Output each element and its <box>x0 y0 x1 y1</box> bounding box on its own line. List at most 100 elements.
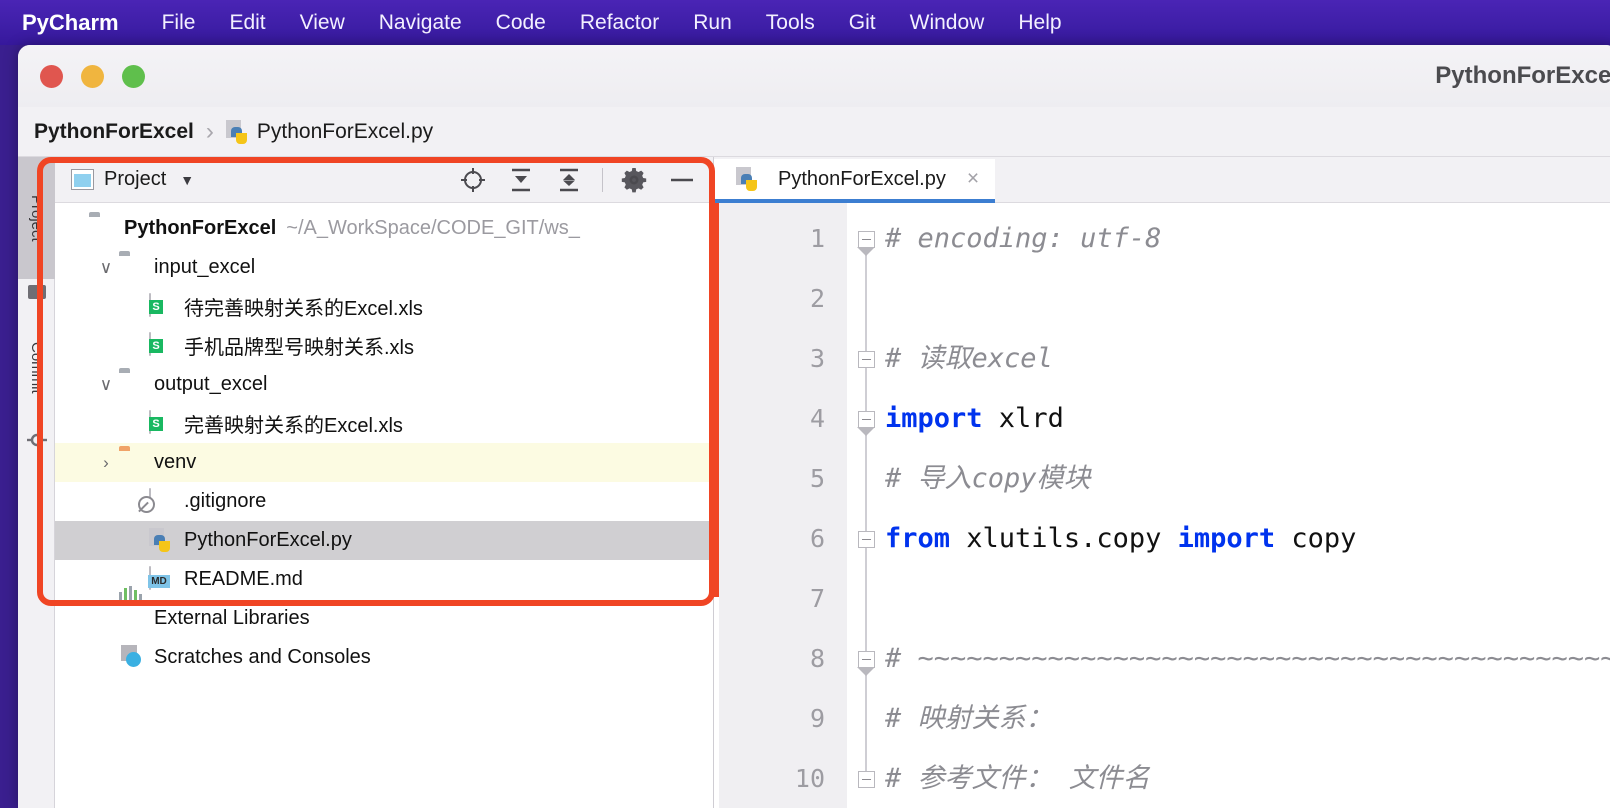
chevron-down-icon[interactable]: ∨ <box>93 258 119 278</box>
fold-minus-icon[interactable] <box>857 770 875 788</box>
macos-menu-bar: PyCharm File Edit View Navigate Code Ref… <box>0 0 1610 45</box>
line-number: 7 <box>809 584 825 613</box>
menu-item-edit[interactable]: Edit <box>212 0 282 45</box>
fold-minus-icon[interactable] <box>857 650 875 676</box>
fold-guide-line <box>865 233 867 783</box>
code-area[interactable]: 1 2 3 4 5 6 7 8 9 10 # encoding: utf-8 # 读取excel i… <box>714 203 1610 808</box>
tree-row-label: input_excel <box>154 256 256 278</box>
menu-item-help[interactable]: Help <box>1001 0 1078 45</box>
tree-row-label: .gitignore <box>184 490 267 512</box>
code-comment: # ~~~~~~~~~~~~~~~~~~~~~~~~~~~~~~~~~~~~~~… <box>885 643 1610 674</box>
menu-item-window[interactable]: Window <box>893 0 1002 45</box>
line-number: 8 <box>809 644 825 673</box>
zoom-button[interactable] <box>122 64 145 88</box>
chevron-down-icon[interactable]: ▼ <box>180 172 194 188</box>
code-line: from xlutils.copy import copy <box>885 509 1610 569</box>
line-number: 10 <box>794 764 825 793</box>
tree-row[interactable]: External Libraries <box>55 585 713 638</box>
project-file-tree[interactable]: PythonForExcel ~/A_WorkSpace/CODE_GIT/ws_… <box>55 203 713 808</box>
code-line: # 读取excel <box>885 329 1610 389</box>
expand-all-button[interactable] <box>504 163 538 197</box>
tree-row[interactable]: › venv <box>55 443 713 482</box>
menu-item-file[interactable]: File <box>145 0 213 45</box>
tree-row[interactable]: 待完善映射关系的Excel.xls <box>55 287 713 326</box>
code-comment: # 读取excel <box>885 343 1053 374</box>
menu-item-git[interactable]: Git <box>832 0 893 45</box>
window-title-bar: PythonForExcel <box>18 45 1610 107</box>
code-folding-gutter[interactable] <box>847 203 885 808</box>
project-tool-window: Project ▼ PythonForExcel ~/A_WorkSpace/C… <box>37 157 715 808</box>
fold-minus-icon[interactable] <box>857 410 875 436</box>
line-number-gutter: 1 2 3 4 5 6 7 8 9 10 <box>719 203 847 808</box>
folder-icon <box>89 216 115 242</box>
tree-row-label: output_excel <box>154 373 268 395</box>
breadcrumb-file[interactable]: PythonForExcel.py <box>257 120 433 144</box>
tree-row-label: PythonForExcel <box>124 217 277 239</box>
line-number: 9 <box>809 704 825 733</box>
folder-icon <box>119 255 145 281</box>
close-icon[interactable]: × <box>967 167 979 191</box>
menu-item-pycharm[interactable]: PyCharm <box>18 0 145 45</box>
external-libraries-icon <box>119 585 145 632</box>
code-keyword: import <box>885 403 983 434</box>
traffic-lights <box>18 64 145 88</box>
code-line: # encoding: utf-8 <box>885 209 1610 269</box>
line-number: 1 <box>809 224 825 253</box>
code-text: xlutils.copy <box>950 523 1178 554</box>
settings-button[interactable] <box>617 163 651 197</box>
tree-row[interactable]: PythonForExcel ~/A_WorkSpace/CODE_GIT/ws_ <box>55 209 713 248</box>
tree-row[interactable]: 手机品牌型号映射关系.xls <box>55 326 713 365</box>
tree-row[interactable]: Scratches and Consoles <box>55 638 713 677</box>
project-toolbar: Project ▼ <box>55 157 713 203</box>
code-keyword: from <box>885 523 951 554</box>
code-line: import xlrd <box>885 389 1610 449</box>
close-button[interactable] <box>40 64 63 88</box>
tree-row-label: 完善映射关系的Excel.xls <box>184 415 403 437</box>
tree-row-label: Scratches and Consoles <box>154 646 371 668</box>
hide-button[interactable] <box>665 163 699 197</box>
breadcrumb-root[interactable]: PythonForExcel <box>34 120 194 144</box>
tree-row[interactable]: PythonForExcel.py <box>55 521 713 560</box>
chevron-down-icon[interactable]: ∨ <box>93 375 119 395</box>
sidebar-tab-project[interactable]: Project <box>18 157 55 279</box>
folder-orange-icon <box>119 450 145 476</box>
expand-all-icon <box>512 168 530 191</box>
tree-row[interactable]: README.md <box>55 560 713 599</box>
ide-window: PythonForExcel PythonForExcel › PythonFo… <box>18 45 1610 808</box>
editor-tab-pythonforexcel[interactable]: PythonForExcel.py × <box>714 159 996 203</box>
folder-icon <box>119 372 145 398</box>
toolbar-divider <box>602 167 603 192</box>
fold-minus-icon[interactable] <box>857 230 875 256</box>
chevron-right-icon[interactable]: › <box>93 453 119 473</box>
tree-row[interactable]: ∨ output_excel <box>55 365 713 404</box>
menu-item-view[interactable]: View <box>283 0 362 45</box>
xls-icon <box>149 409 175 437</box>
tree-row[interactable]: ∨ input_excel <box>55 248 713 287</box>
crosshair-icon <box>461 167 485 192</box>
tree-row-path: ~/A_WorkSpace/CODE_GIT/ws_ <box>286 217 580 239</box>
menu-item-tools[interactable]: Tools <box>749 0 832 45</box>
collapse-all-button[interactable] <box>552 163 586 197</box>
menu-item-run[interactable]: Run <box>676 0 749 45</box>
tree-row[interactable]: .gitignore <box>55 482 713 521</box>
code-text: copy <box>1275 523 1357 554</box>
tree-row-label: External Libraries <box>154 607 310 629</box>
collapse-all-icon <box>560 168 578 191</box>
menu-item-code[interactable]: Code <box>479 0 563 45</box>
tree-row-label: PythonForExcel.py <box>184 529 352 551</box>
code-lines[interactable]: # encoding: utf-8 # 读取excel import xlrd # … <box>885 203 1610 808</box>
minimize-button[interactable] <box>81 64 104 88</box>
window-title: PythonForExcel <box>1435 62 1610 89</box>
editor-tab-label: PythonForExcel.py <box>778 167 946 190</box>
python-file-icon <box>149 527 175 554</box>
tree-row[interactable]: 完善映射关系的Excel.xls <box>55 404 713 443</box>
project-tab-indicator-icon <box>28 285 46 299</box>
fold-minus-icon[interactable] <box>857 350 875 368</box>
menu-item-navigate[interactable]: Navigate <box>362 0 479 45</box>
code-line: # ~~~~~~~~~~~~~~~~~~~~~~~~~~~~~~~~~~~~~~… <box>885 629 1610 689</box>
fold-minus-icon[interactable] <box>857 530 875 548</box>
sidebar-tab-commit[interactable]: Commit <box>18 312 55 424</box>
menu-item-refactor[interactable]: Refactor <box>563 0 676 45</box>
python-file-icon <box>736 167 758 191</box>
select-opened-file-button[interactable] <box>456 163 490 197</box>
